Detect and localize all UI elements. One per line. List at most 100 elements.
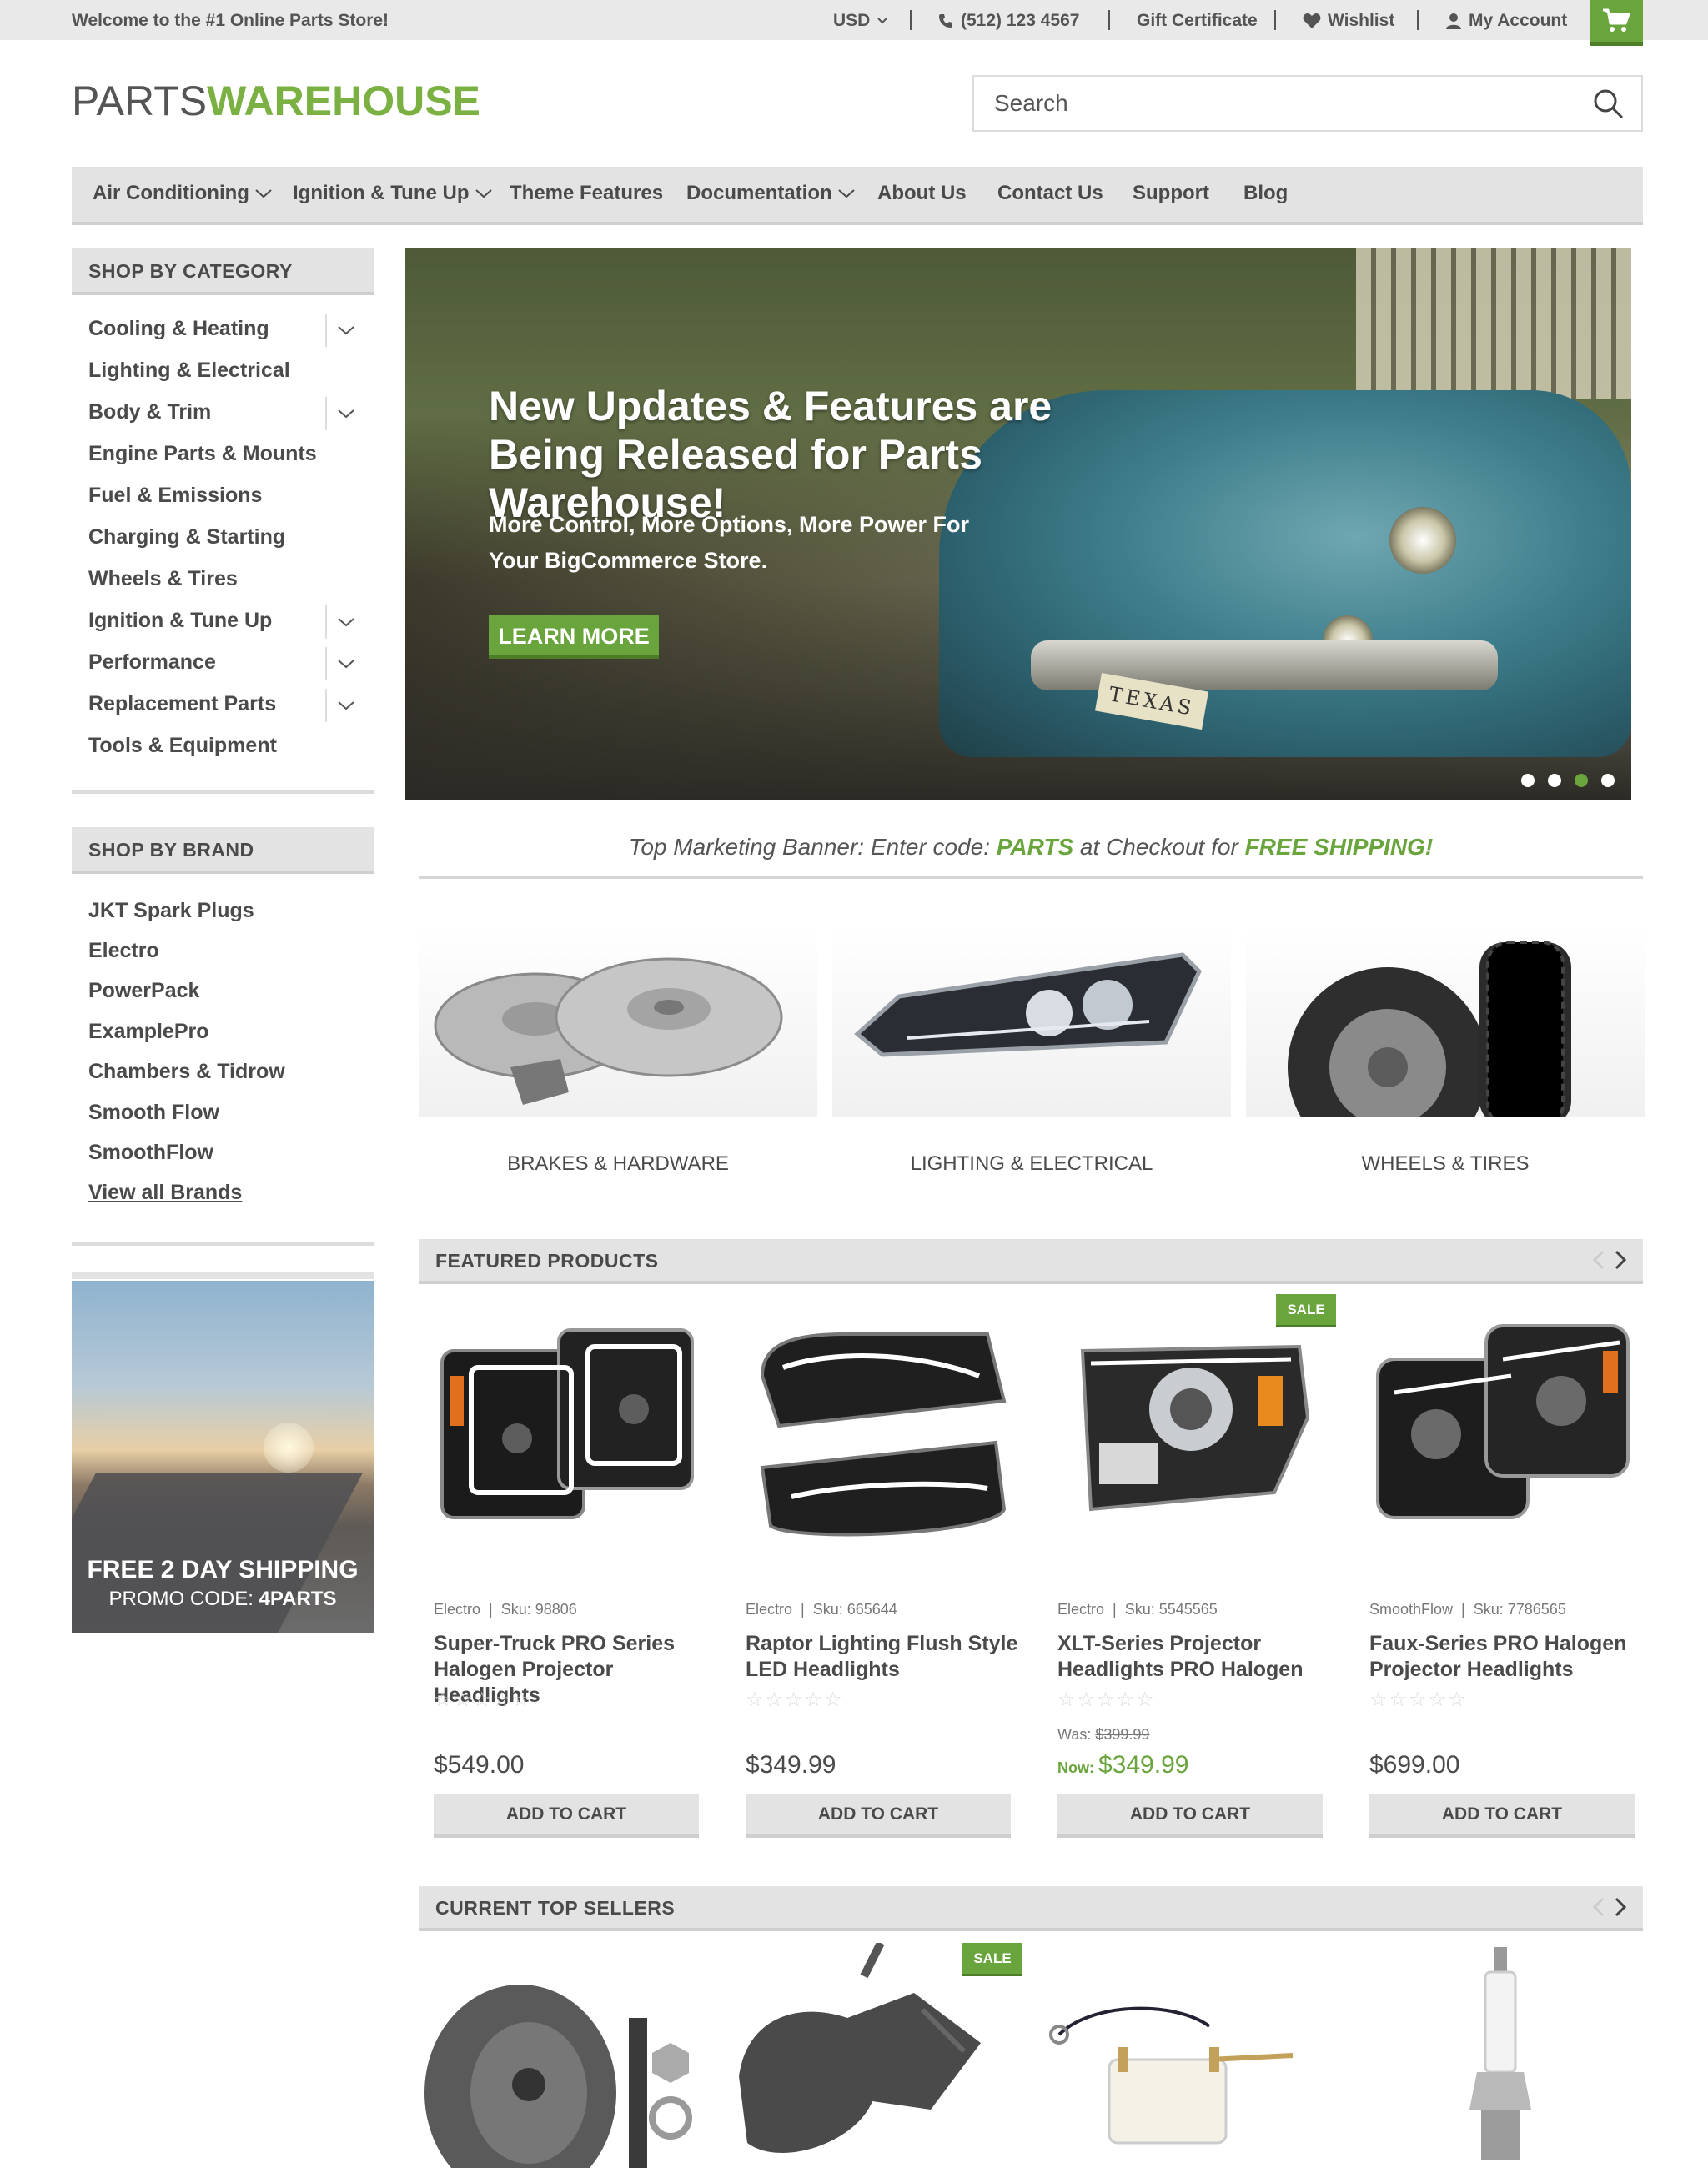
chevron-right-icon[interactable] — [1611, 1896, 1630, 1918]
chevron-left-icon[interactable] — [1590, 1249, 1608, 1271]
add-to-cart-button[interactable]: ADD TO CART — [1057, 1794, 1323, 1838]
headlight-pair-image — [1376, 1324, 1630, 1519]
logo-text-parts: PARTS — [72, 78, 208, 124]
category-expand-toggle[interactable] — [325, 689, 365, 722]
product-card[interactable]: SALE Electro | Sku: 5545565 XLT-Series P… — [1057, 1294, 1336, 1838]
brand-link[interactable]: SmoothFlow — [88, 1141, 214, 1165]
add-to-cart-button[interactable]: ADD TO CART — [1369, 1794, 1635, 1838]
product-image[interactable] — [1369, 1301, 1636, 1551]
product-card[interactable]: Electro | Sku: 665644 Raptor Lighting Fl… — [746, 1301, 1017, 1838]
category-link[interactable]: Body & Trim — [88, 400, 211, 424]
nav-label: Air Conditioning — [93, 182, 249, 204]
projector-headlight-image — [1080, 1344, 1310, 1512]
chevron-right-icon[interactable] — [1611, 1249, 1630, 1271]
brand-link[interactable]: PowerPack — [88, 979, 199, 1003]
star-rating: ☆☆☆☆☆ — [1369, 1689, 1468, 1711]
carousel-dot[interactable] — [1521, 774, 1535, 787]
category-link[interactable]: Fuel & Emissions — [88, 484, 262, 508]
category-expand-toggle[interactable] — [325, 647, 365, 680]
search-icon[interactable] — [1593, 88, 1625, 124]
nav-label: Contact Us — [997, 182, 1103, 204]
currency-selector[interactable]: USD — [833, 11, 888, 31]
my-account-link[interactable]: My Account — [1445, 11, 1567, 31]
category-tile-brakes[interactable] — [419, 926, 817, 1117]
category-link[interactable]: Cooling & Heating — [88, 317, 269, 341]
product-brand: Electro — [434, 1601, 481, 1618]
product-card[interactable]: Electro | Sku: 98806 Super-Truck PRO Ser… — [434, 1301, 701, 1838]
category-expand-toggle[interactable] — [325, 397, 365, 430]
category-link[interactable]: Engine Parts & Mounts — [88, 442, 317, 466]
cart-button[interactable] — [1590, 0, 1643, 46]
wishlist-link[interactable]: Wishlist — [1303, 11, 1394, 31]
led-headlight-image — [760, 1332, 1007, 1537]
nav-item-contact-us[interactable]: Contact Us — [997, 182, 1103, 205]
brand-link[interactable]: Smooth Flow — [88, 1101, 219, 1125]
product-title[interactable]: Raptor Lighting Flush Style LED Headligh… — [746, 1631, 1021, 1683]
tile-label-lighting[interactable]: LIGHTING & ELECTRICAL — [832, 1152, 1231, 1176]
heart-icon — [1303, 13, 1321, 28]
nav-item-blog[interactable]: Blog — [1243, 182, 1288, 205]
nav-item-about-us[interactable]: About Us — [877, 182, 967, 205]
search-box — [972, 75, 1643, 132]
section-title: CURRENT TOP SELLERS — [435, 1897, 676, 1919]
nav-item-theme-features[interactable]: Theme Features — [510, 182, 663, 205]
user-icon — [1446, 13, 1461, 29]
add-to-cart-button[interactable]: ADD TO CART — [434, 1794, 699, 1838]
category-expand-toggle[interactable] — [325, 605, 365, 639]
add-to-cart-button[interactable]: ADD TO CART — [746, 1794, 1011, 1838]
category-link[interactable]: Performance — [88, 650, 216, 675]
nav-label: Ignition & Tune Up — [293, 182, 470, 204]
category-expand-toggle[interactable] — [325, 314, 365, 347]
gift-certificate-link[interactable]: Gift Certificate — [1137, 11, 1258, 31]
chevron-down-icon — [877, 18, 888, 24]
learn-more-button[interactable]: LEARN MORE — [489, 615, 659, 659]
tile-label-wheels[interactable]: WHEELS & TIRES — [1246, 1152, 1645, 1176]
category-link[interactable]: Wheels & Tires — [88, 567, 238, 591]
product-image[interactable] — [746, 1301, 1012, 1551]
promo-code-line: PROMO CODE: 4PARTS — [72, 1588, 374, 1611]
product-title[interactable]: XLT-Series Projector Headlights PRO Halo… — [1057, 1631, 1333, 1683]
product-brand: Electro — [746, 1601, 793, 1618]
category-link[interactable]: Lighting & Electrical — [88, 359, 290, 383]
top-utility-bar: Welcome to the #1 Online Parts Store! US… — [0, 0, 1708, 46]
divider — [1108, 10, 1110, 30]
category-tile-lighting[interactable] — [832, 926, 1231, 1117]
brand-link[interactable]: Electro — [88, 939, 159, 963]
category-link[interactable]: Charging & Starting — [88, 525, 285, 550]
nav-item-ignition-tune-up[interactable]: Ignition & Tune Up — [293, 182, 493, 205]
nav-item-air-conditioning[interactable]: Air Conditioning — [93, 182, 273, 205]
category-tile-wheels[interactable] — [1246, 926, 1645, 1117]
category-link[interactable]: Tools & Equipment — [88, 734, 277, 758]
product-image[interactable] — [1057, 1301, 1324, 1551]
phone-link[interactable]: (512) 123 4567 — [937, 11, 1079, 31]
site-logo[interactable]: PARTSWAREHOUSE — [72, 80, 480, 122]
divider — [910, 10, 912, 30]
brand-link[interactable]: JKT Spark Plugs — [88, 899, 254, 923]
promo-code: 4PARTS — [259, 1588, 337, 1610]
nav-item-support[interactable]: Support — [1133, 182, 1209, 205]
category-link[interactable]: Ignition & Tune Up — [88, 609, 272, 633]
chevron-left-icon[interactable] — [1590, 1896, 1608, 1918]
top-seller-image-intake[interactable] — [731, 1943, 1014, 2168]
nav-label: About Us — [877, 182, 967, 204]
carousel-dot[interactable] — [1548, 774, 1561, 787]
product-card[interactable]: SmoothFlow | Sku: 7786565 Faux-Series PR… — [1369, 1301, 1636, 1838]
product-sku: Sku: 5545565 — [1124, 1601, 1218, 1618]
search-input[interactable] — [974, 77, 1558, 130]
top-seller-image-pulley[interactable] — [420, 1943, 704, 2168]
category-link[interactable]: Replacement Parts — [88, 692, 276, 716]
sale-badge: SALE — [1276, 1294, 1336, 1327]
brand-link[interactable]: ExamplePro — [88, 1020, 209, 1044]
nav-item-documentation[interactable]: Documentation — [686, 182, 856, 205]
top-seller-image-spark-plug[interactable] — [1356, 1943, 1640, 2168]
free-shipping-promo-banner[interactable]: FREE 2 DAY SHIPPING PROMO CODE: 4PARTS — [72, 1281, 374, 1633]
carousel-dot[interactable] — [1601, 774, 1615, 787]
product-image[interactable] — [434, 1301, 701, 1551]
brand-link[interactable]: Chambers & Tidrow — [88, 1060, 285, 1084]
product-title[interactable]: Faux-Series PRO Halogen Projector Headli… — [1369, 1631, 1645, 1683]
carousel-dot-active[interactable] — [1575, 774, 1588, 787]
view-all-brands-link[interactable]: View all Brands — [88, 1181, 242, 1205]
tile-label-brakes[interactable]: BRAKES & HARDWARE — [419, 1152, 817, 1176]
top-seller-image-resistor[interactable] — [1042, 1943, 1326, 2168]
hero-carousel[interactable]: TEXAS New Updates & Features are Being R… — [405, 248, 1631, 800]
